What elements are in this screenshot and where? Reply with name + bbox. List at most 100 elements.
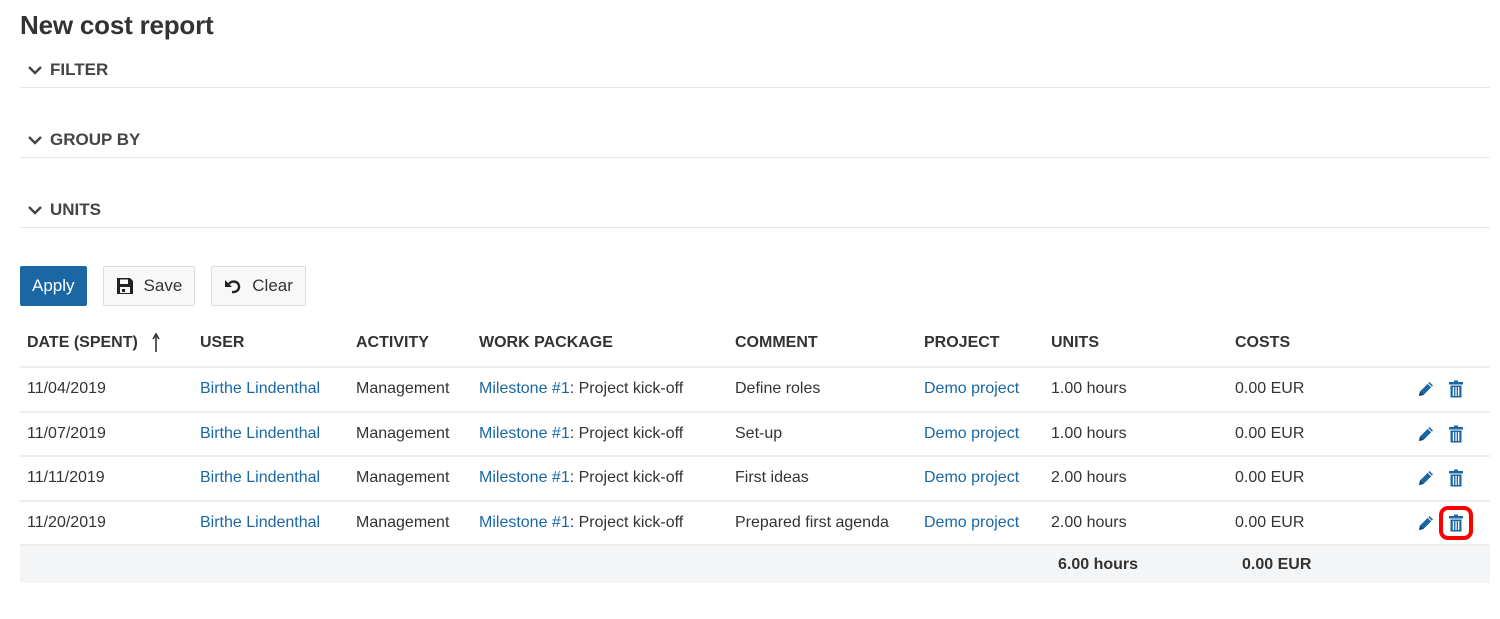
cost-report-table: DATE (SPENT) USER ACTIVITY WORK PACKAGE … bbox=[20, 320, 1490, 583]
apply-button-label: Apply bbox=[32, 276, 75, 295]
table-row: 11/20/2019 Birthe Lindenthal Management … bbox=[20, 500, 1490, 546]
edit-icon[interactable] bbox=[1416, 379, 1436, 399]
work-package-link[interactable]: Milestone #1 bbox=[479, 380, 570, 397]
cell-project: Demo project bbox=[917, 367, 1044, 413]
column-header-actions bbox=[1388, 320, 1490, 368]
delete-icon[interactable] bbox=[1439, 505, 1473, 540]
work-package-link[interactable]: Milestone #1 bbox=[479, 469, 570, 486]
units-section-toggle[interactable]: UNITS bbox=[20, 198, 1490, 220]
cell-work-package: Milestone #1: Project kick-off bbox=[472, 411, 728, 457]
work-package-title: : Project kick-off bbox=[569, 469, 684, 487]
cell-activity: Management bbox=[349, 411, 472, 457]
cell-comment: Set-up bbox=[728, 411, 917, 457]
edit-icon[interactable] bbox=[1416, 513, 1436, 533]
column-header-activity[interactable]: ACTIVITY bbox=[349, 320, 472, 368]
total-costs: 0.00 EUR bbox=[1228, 545, 1388, 583]
table-row: 11/07/2019 Birthe Lindenthal Management … bbox=[20, 411, 1490, 457]
floppy-disk-icon bbox=[116, 278, 133, 294]
totals-spacer bbox=[20, 545, 1044, 583]
cell-activity: Management bbox=[349, 500, 472, 546]
cell-date: 11/07/2019 bbox=[20, 411, 193, 457]
cell-project: Demo project bbox=[917, 456, 1044, 502]
cell-project: Demo project bbox=[917, 411, 1044, 457]
delete-icon[interactable] bbox=[1446, 468, 1466, 488]
cell-date: 11/11/2019 bbox=[20, 456, 193, 502]
delete-icon[interactable] bbox=[1446, 424, 1466, 444]
group-by-section-toggle[interactable]: GROUP BY bbox=[20, 128, 1490, 150]
column-header-user[interactable]: USER bbox=[193, 320, 349, 368]
sort-ascending-icon bbox=[152, 333, 160, 352]
cell-activity: Management bbox=[349, 456, 472, 502]
cell-units: 1.00 hours bbox=[1044, 411, 1228, 457]
cell-costs: 0.00 EUR bbox=[1228, 367, 1388, 413]
page-title: New cost report bbox=[20, 10, 214, 40]
apply-button[interactable]: Apply bbox=[20, 266, 87, 306]
cell-units: 2.00 hours bbox=[1044, 456, 1228, 502]
column-header-work-package[interactable]: WORK PACKAGE bbox=[472, 320, 728, 368]
column-header-project[interactable]: PROJECT bbox=[917, 320, 1044, 368]
save-button[interactable]: Save bbox=[102, 266, 196, 306]
column-header-date-label: DATE (SPENT) bbox=[27, 334, 138, 352]
cell-work-package: Milestone #1: Project kick-off bbox=[472, 500, 728, 546]
cell-date: 11/20/2019 bbox=[20, 500, 193, 546]
cell-date: 11/04/2019 bbox=[20, 367, 193, 413]
user-link[interactable]: Birthe Lindenthal bbox=[200, 469, 320, 486]
cell-costs: 0.00 EUR bbox=[1228, 411, 1388, 457]
undo-icon bbox=[225, 280, 241, 294]
work-package-title: : Project kick-off bbox=[569, 424, 684, 442]
save-button-label: Save bbox=[143, 276, 183, 295]
table-row: 11/04/2019 Birthe Lindenthal Management … bbox=[20, 367, 1490, 413]
cell-costs: 0.00 EUR bbox=[1228, 500, 1388, 546]
project-link[interactable]: Demo project bbox=[924, 380, 1019, 397]
clear-button-label: Clear bbox=[252, 276, 293, 295]
cell-comment: Prepared first agenda bbox=[728, 500, 917, 546]
cell-user: Birthe Lindenthal bbox=[193, 411, 349, 457]
project-link[interactable]: Demo project bbox=[924, 514, 1019, 531]
column-header-comment[interactable]: COMMENT bbox=[728, 320, 917, 368]
user-link[interactable]: Birthe Lindenthal bbox=[200, 380, 320, 397]
cell-work-package: Milestone #1: Project kick-off bbox=[472, 367, 728, 413]
filter-section: FILTER bbox=[20, 58, 1490, 88]
units-section: UNITS bbox=[20, 198, 1490, 228]
work-package-title: : Project kick-off bbox=[569, 513, 684, 531]
delete-icon[interactable] bbox=[1446, 379, 1466, 399]
cell-user: Birthe Lindenthal bbox=[193, 456, 349, 502]
table-header-row: DATE (SPENT) USER ACTIVITY WORK PACKAGE … bbox=[20, 320, 1490, 368]
clear-button[interactable]: Clear bbox=[211, 266, 306, 306]
column-header-date[interactable]: DATE (SPENT) bbox=[20, 320, 193, 368]
work-package-link[interactable]: Milestone #1 bbox=[479, 514, 570, 531]
totals-actions-spacer bbox=[1388, 545, 1490, 583]
user-link[interactable]: Birthe Lindenthal bbox=[200, 514, 320, 531]
filter-section-toggle[interactable]: FILTER bbox=[20, 58, 1490, 80]
group-by-section: GROUP BY bbox=[20, 128, 1490, 158]
totals-row: 6.00 hours 0.00 EUR bbox=[20, 545, 1490, 583]
cell-comment: First ideas bbox=[728, 456, 917, 502]
column-header-costs[interactable]: COSTS bbox=[1228, 320, 1388, 368]
cell-actions bbox=[1388, 456, 1490, 502]
chevron-down-icon bbox=[28, 66, 42, 75]
column-header-units[interactable]: UNITS bbox=[1044, 320, 1228, 368]
cell-work-package: Milestone #1: Project kick-off bbox=[472, 456, 728, 502]
cell-actions bbox=[1388, 500, 1490, 546]
filter-section-label: FILTER bbox=[50, 60, 109, 79]
report-toolbar: Apply Save Clear bbox=[20, 266, 306, 306]
total-units: 6.00 hours bbox=[1044, 545, 1228, 583]
units-section-label: UNITS bbox=[50, 200, 101, 219]
cell-comment: Define roles bbox=[728, 367, 917, 413]
work-package-link[interactable]: Milestone #1 bbox=[479, 425, 570, 442]
table-row: 11/11/2019 Birthe Lindenthal Management … bbox=[20, 456, 1490, 502]
cell-actions bbox=[1388, 367, 1490, 413]
edit-icon[interactable] bbox=[1416, 468, 1436, 488]
project-link[interactable]: Demo project bbox=[924, 425, 1019, 442]
chevron-down-icon bbox=[28, 206, 42, 215]
chevron-down-icon bbox=[28, 136, 42, 145]
cell-units: 1.00 hours bbox=[1044, 367, 1228, 413]
edit-icon[interactable] bbox=[1416, 424, 1436, 444]
cell-project: Demo project bbox=[917, 500, 1044, 546]
group-by-section-label: GROUP BY bbox=[50, 130, 141, 149]
cell-actions bbox=[1388, 411, 1490, 457]
cell-units: 2.00 hours bbox=[1044, 500, 1228, 546]
cell-costs: 0.00 EUR bbox=[1228, 456, 1388, 502]
user-link[interactable]: Birthe Lindenthal bbox=[200, 425, 320, 442]
project-link[interactable]: Demo project bbox=[924, 469, 1019, 486]
